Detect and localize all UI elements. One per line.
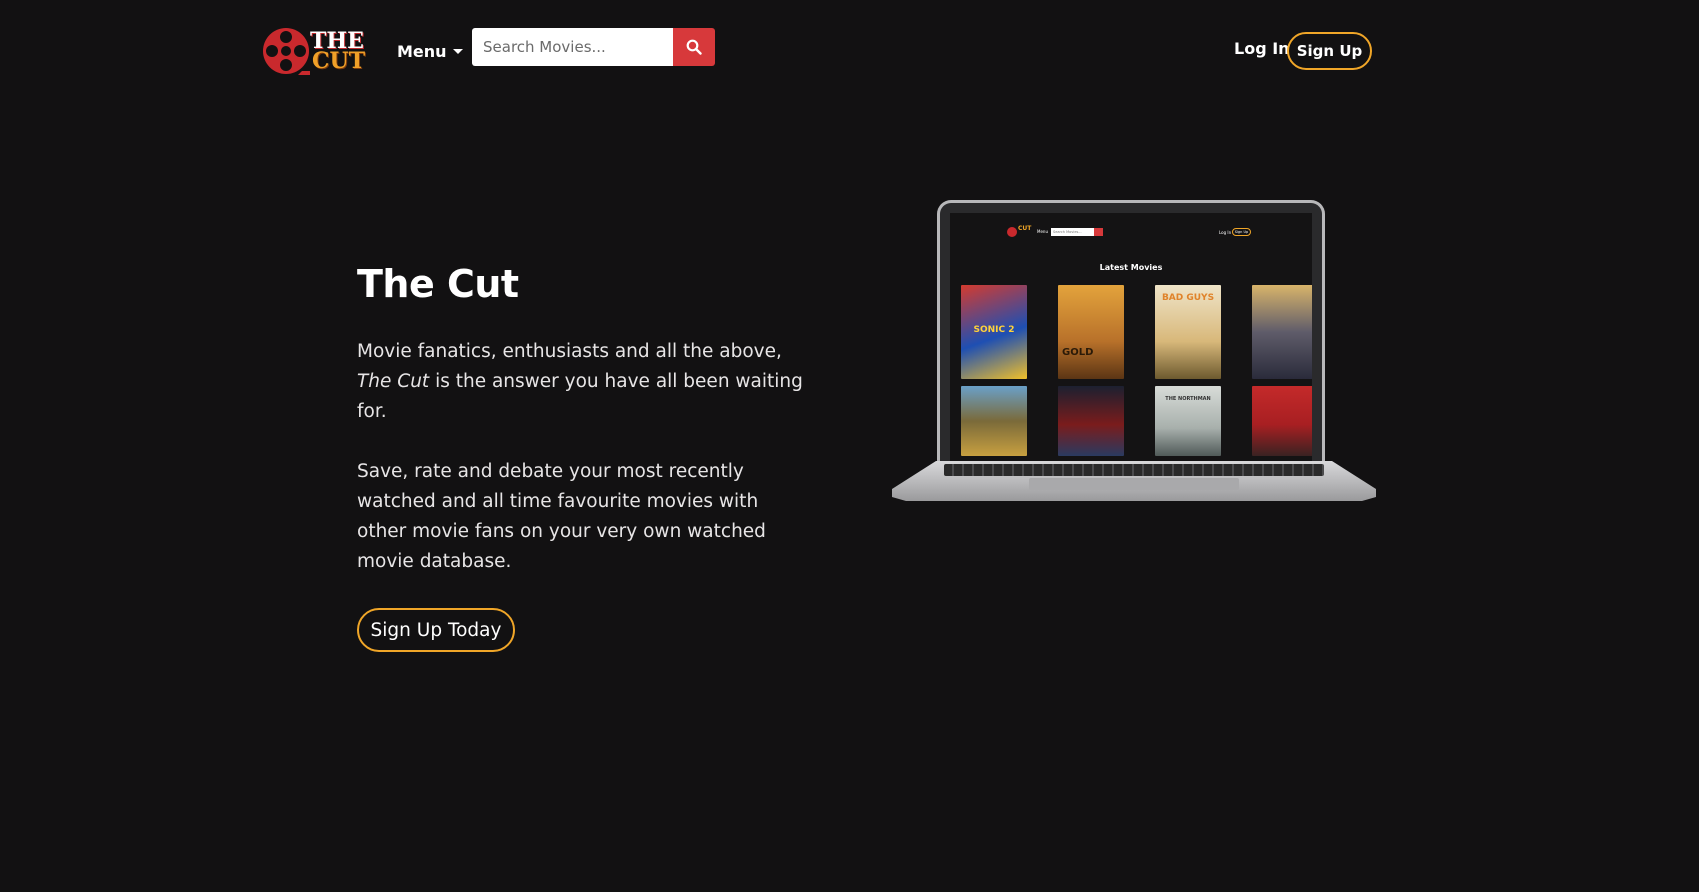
signup-button[interactable]: Sign Up — [1287, 32, 1372, 70]
logo-word-cut: CUT — [312, 48, 366, 74]
laptop-mockup-image: CUT Menu Search Movies... Log In Sign Up… — [892, 198, 1376, 503]
poster-bad-guys: BAD GUYS — [1155, 285, 1221, 379]
site-logo[interactable]: THE CUT — [262, 24, 366, 78]
mini-search-input: Search Movies... — [1051, 228, 1094, 236]
menu-label: Menu — [397, 41, 447, 61]
poster-4 — [1252, 285, 1312, 379]
poster-title: GOLD — [1062, 347, 1094, 358]
poster-gold: GOLD — [1058, 285, 1124, 379]
laptop-trackpad — [1029, 478, 1239, 490]
menu-dropdown-toggle[interactable]: Menu — [397, 39, 463, 63]
poster-title: SONIC 2 — [973, 325, 1015, 335]
poster-the-northman: THE NORTHMAN — [1155, 386, 1221, 456]
laptop-lid: CUT Menu Search Movies... Log In Sign Up… — [937, 200, 1325, 462]
caret-down-icon — [452, 48, 463, 54]
search-form — [472, 28, 715, 66]
sign-up-today-button[interactable]: Sign Up Today — [357, 608, 515, 652]
film-reel-icon — [263, 28, 310, 75]
mini-latest-movies-heading: Latest Movies — [1099, 263, 1163, 272]
hero-title: The Cut — [357, 262, 519, 306]
mini-reel-icon — [1007, 227, 1017, 237]
hero-intro-start: Movie fanatics, enthusiasts and all the … — [357, 341, 782, 362]
poster-sonic-2: SONIC 2 — [961, 285, 1027, 379]
mini-logo: CUT — [1007, 225, 1032, 238]
laptop-screen: CUT Menu Search Movies... Log In Sign Up… — [950, 213, 1312, 462]
search-input[interactable] — [472, 28, 673, 66]
mini-logo-word: CUT — [1018, 225, 1032, 232]
poster-8 — [1252, 386, 1312, 456]
login-link[interactable]: Log In — [1234, 39, 1290, 58]
poster-title: THE NORTHMAN — [1165, 396, 1211, 402]
poster-6 — [1058, 386, 1124, 456]
search-button[interactable] — [673, 28, 715, 66]
hero-intro-paragraph: Movie fanatics, enthusiasts and all the … — [357, 337, 807, 427]
poster-title: BAD GUYS — [1161, 293, 1215, 303]
mini-login-link: Log In — [1219, 230, 1232, 235]
search-icon — [686, 39, 702, 55]
mini-poster-grid: SONIC 2 GOLD BAD GUYS THE NORTHMAN — [961, 285, 1312, 456]
mini-signup-button: Sign Up — [1232, 228, 1251, 236]
poster-5 — [961, 386, 1027, 456]
mini-menu-label: Menu — [1037, 229, 1048, 234]
mini-search-button — [1094, 228, 1103, 236]
hero-description-paragraph: Save, rate and debate your most recently… — [357, 461, 766, 572]
hero-intro-emphasis: The Cut — [357, 371, 430, 392]
laptop-keyboard — [944, 464, 1324, 476]
page: THE CUT Menu Log In Sign Up The Cut Movi… — [0, 0, 1699, 892]
